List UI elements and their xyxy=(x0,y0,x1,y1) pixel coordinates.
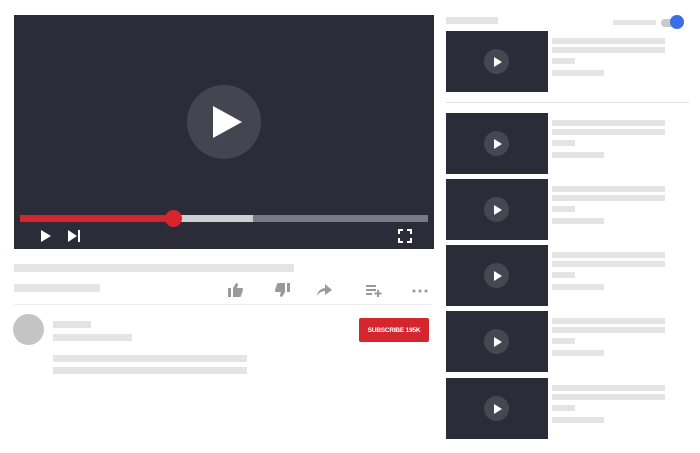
play-icon[interactable] xyxy=(40,229,52,243)
video-thumbnail[interactable] xyxy=(446,113,548,174)
play-icon xyxy=(494,57,502,67)
video-thumbnail[interactable] xyxy=(446,179,548,240)
dislike-icon[interactable] xyxy=(272,282,292,298)
video-channel-line xyxy=(552,58,575,64)
video-title-line xyxy=(552,129,665,135)
more-icon[interactable] xyxy=(410,282,430,298)
play-icon xyxy=(494,205,502,215)
video-title-line xyxy=(552,120,665,126)
description-line xyxy=(53,367,247,374)
video-title-line xyxy=(552,318,665,324)
subscribe-button[interactable]: SUBSCRIBE 195K xyxy=(359,318,429,342)
fullscreen-icon[interactable] xyxy=(398,229,412,243)
channel-name-placeholder xyxy=(53,321,91,328)
video-channel-line xyxy=(552,405,575,411)
video-channel-line xyxy=(552,140,575,146)
video-meta-line xyxy=(552,417,604,423)
play-icon xyxy=(494,404,502,414)
video-meta-line xyxy=(552,218,604,224)
video-channel-line xyxy=(552,338,575,344)
autoplay-label-placeholder xyxy=(613,20,656,25)
divider xyxy=(14,304,432,305)
video-thumbnail[interactable] xyxy=(446,311,548,372)
autoplay-toggle-knob[interactable] xyxy=(670,15,684,29)
video-title-line xyxy=(552,252,665,258)
channel-info-placeholder xyxy=(53,334,132,341)
video-meta-line xyxy=(552,350,604,356)
play-icon xyxy=(494,271,502,281)
progress-bar[interactable] xyxy=(20,210,428,227)
up-next-label-placeholder xyxy=(446,17,498,24)
description-line xyxy=(53,355,247,362)
video-title-line xyxy=(552,47,665,53)
video-title-line xyxy=(552,261,665,267)
progress-played xyxy=(20,215,173,222)
video-meta-line xyxy=(552,70,604,76)
video-meta-line xyxy=(552,152,604,158)
divider xyxy=(446,102,689,103)
channel-avatar[interactable] xyxy=(13,314,44,345)
video-thumbnail[interactable] xyxy=(446,31,548,92)
share-icon[interactable] xyxy=(314,282,334,298)
video-title-placeholder xyxy=(14,264,294,272)
add-to-playlist-icon[interactable] xyxy=(364,282,384,298)
video-title-line xyxy=(552,394,665,400)
video-title-line xyxy=(552,186,665,192)
video-channel-line xyxy=(552,206,575,212)
video-player[interactable] xyxy=(14,15,434,249)
video-thumbnail[interactable] xyxy=(446,245,548,306)
play-icon xyxy=(213,106,242,138)
play-icon xyxy=(494,139,502,149)
video-title-line xyxy=(552,385,665,391)
big-play-button[interactable] xyxy=(187,85,261,159)
video-meta-line xyxy=(552,284,604,290)
like-icon[interactable] xyxy=(226,282,246,298)
video-thumbnail[interactable] xyxy=(446,378,548,439)
video-title-line xyxy=(552,195,665,201)
progress-scrubber[interactable] xyxy=(165,210,182,227)
video-channel-line xyxy=(552,272,575,278)
view-count-placeholder xyxy=(14,284,100,292)
play-icon xyxy=(494,337,502,347)
video-title-line xyxy=(552,327,665,333)
skip-next-icon[interactable] xyxy=(67,229,81,243)
video-title-line xyxy=(552,38,665,44)
